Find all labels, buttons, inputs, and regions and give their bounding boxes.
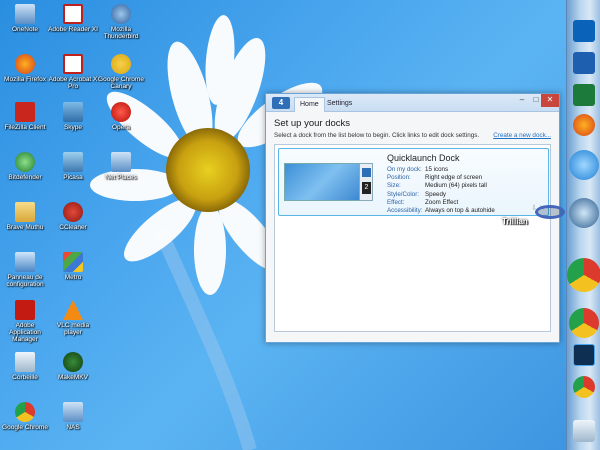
recycle-bin-icon[interactable] <box>573 420 595 442</box>
tab-home[interactable]: Home <box>294 97 325 112</box>
close-button[interactable]: ✕ <box>541 94 559 107</box>
dock-preview-bar: 2 <box>359 163 373 201</box>
chrome-icon[interactable] <box>567 258 600 292</box>
dock-properties: On my dock: 15 icons Position: Right edge … <box>387 166 537 215</box>
quicklaunch-dock <box>566 0 600 450</box>
desktop-icon[interactable]: Skype <box>48 102 98 131</box>
desktop-icon[interactable]: Bitdefender <box>0 152 50 181</box>
minimize-button[interactable]: – <box>515 94 529 107</box>
trillian-icon[interactable] <box>569 198 599 228</box>
vlc-icon <box>63 300 83 320</box>
chrome-canary-icon <box>111 54 131 74</box>
outlook-icon[interactable] <box>573 20 595 42</box>
desktop-icon[interactable]: Mozilla Firefox <box>0 54 50 83</box>
network-icon <box>63 102 83 122</box>
opera-icon <box>111 102 131 122</box>
desktop-icon[interactable]: Net Places <box>96 152 146 181</box>
pdf-icon <box>63 4 83 24</box>
word-icon[interactable] <box>573 52 595 74</box>
ie-icon[interactable] <box>569 150 599 180</box>
control-panel-icon <box>15 252 35 272</box>
ccleaner-icon <box>63 202 83 222</box>
tab-settings[interactable]: Settings <box>322 97 357 112</box>
dock-list: 2 Quicklaunch Dock On my dock: 15 icons P… <box>274 144 551 332</box>
desktop-icon[interactable]: Panneau de configuration <box>0 252 50 288</box>
desktop-icon[interactable]: Brave Muthu <box>0 202 50 231</box>
preview-badge: 2 <box>362 182 371 194</box>
desktop-icon[interactable]: Google Chrome Canary <box>96 54 146 90</box>
prop-effect-value: Zoom Effect <box>425 198 459 206</box>
desktop-icon[interactable]: Adobe Application Manager <box>0 300 50 343</box>
prop-position-link[interactable]: Position: <box>387 174 411 182</box>
desktop-icon[interactable]: MakeMKV <box>48 352 98 381</box>
photoshop-icon[interactable] <box>573 344 595 366</box>
desktop-icon[interactable]: NAS <box>48 402 98 431</box>
prop-position-value: Right edge of screen <box>425 174 483 182</box>
filezilla-icon <box>15 102 35 122</box>
dock-name: Quicklaunch Dock <box>387 153 460 163</box>
windows-icon <box>362 168 371 177</box>
desktop-icon[interactable]: CCleaner <box>48 202 98 231</box>
folder-icon <box>15 202 35 222</box>
instruction-text: Select a dock from the list below to beg… <box>274 132 480 139</box>
desktop-icon[interactable]: Mozilla Thunderbird <box>96 4 146 40</box>
prop-style-link[interactable]: Style/Color: <box>387 191 419 199</box>
prop-on-my-dock-value: 15 icons <box>425 166 449 173</box>
pdf-icon <box>63 54 83 74</box>
chrome-icon[interactable] <box>569 308 599 338</box>
excel-icon[interactable] <box>573 84 595 106</box>
trillian-hover-ring <box>535 205 565 219</box>
title-bar[interactable]: 4 Home Settings – □ ✕ <box>266 94 559 112</box>
dock-list-item[interactable]: 2 Quicklaunch Dock On my dock: 15 icons P… <box>278 148 549 216</box>
globe-icon <box>15 152 35 172</box>
dock-hover-label: Trillian <box>502 217 528 226</box>
desktop-icon-grid: OneNote Adobe Reader XI Mozilla Thunderb… <box>0 0 150 450</box>
desktop-icon[interactable]: OneNote <box>0 4 50 33</box>
adobe-icon <box>15 300 35 320</box>
page-title: Set up your docks <box>274 118 351 129</box>
chrome-icon[interactable] <box>573 376 595 398</box>
desktop-icon[interactable]: Adobe Acrobat X Pro <box>48 54 98 90</box>
dock-preview-image <box>284 163 362 201</box>
create-dock-link[interactable]: Create a new dock... <box>493 132 551 139</box>
prop-accessibility-link[interactable]: Accessibility: <box>387 207 422 215</box>
desktop-icon[interactable]: Picasa <box>48 152 98 181</box>
desktop-icon[interactable]: Corbeille <box>0 352 50 381</box>
prop-size-value: Medium (64) pixels tall <box>425 182 487 190</box>
thunderbird-icon <box>111 4 131 24</box>
prop-effect-link[interactable]: Effect: <box>387 199 404 207</box>
app-logo: 4 <box>272 97 290 109</box>
prop-on-my-dock-link[interactable]: On my dock: <box>387 166 422 174</box>
prop-style-value: Speedy <box>425 190 446 198</box>
firefox-icon <box>15 54 35 74</box>
desktop-icon[interactable]: Opera <box>96 102 146 131</box>
desktop-icon[interactable]: Metro <box>48 252 98 281</box>
desktop-icon[interactable]: VLC media player <box>48 300 98 336</box>
chrome-icon <box>15 402 35 422</box>
network-icon <box>63 152 83 172</box>
desktop-icon[interactable]: FileZilla Client <box>0 102 50 131</box>
desktop-icon[interactable]: Adobe Reader XI <box>48 4 98 33</box>
computer-icon <box>15 4 35 24</box>
firefox-icon[interactable] <box>573 114 595 136</box>
computer-icon <box>63 402 83 422</box>
prop-accessibility-value: Always on top & autohide <box>425 206 495 214</box>
computer-icon <box>111 152 131 172</box>
desktop-icon[interactable]: Google Chrome <box>0 402 50 431</box>
recycle-bin-icon <box>15 352 35 372</box>
prop-size-link[interactable]: Size: <box>387 182 401 190</box>
mkv-icon <box>63 352 83 372</box>
shield-icon <box>63 252 83 272</box>
